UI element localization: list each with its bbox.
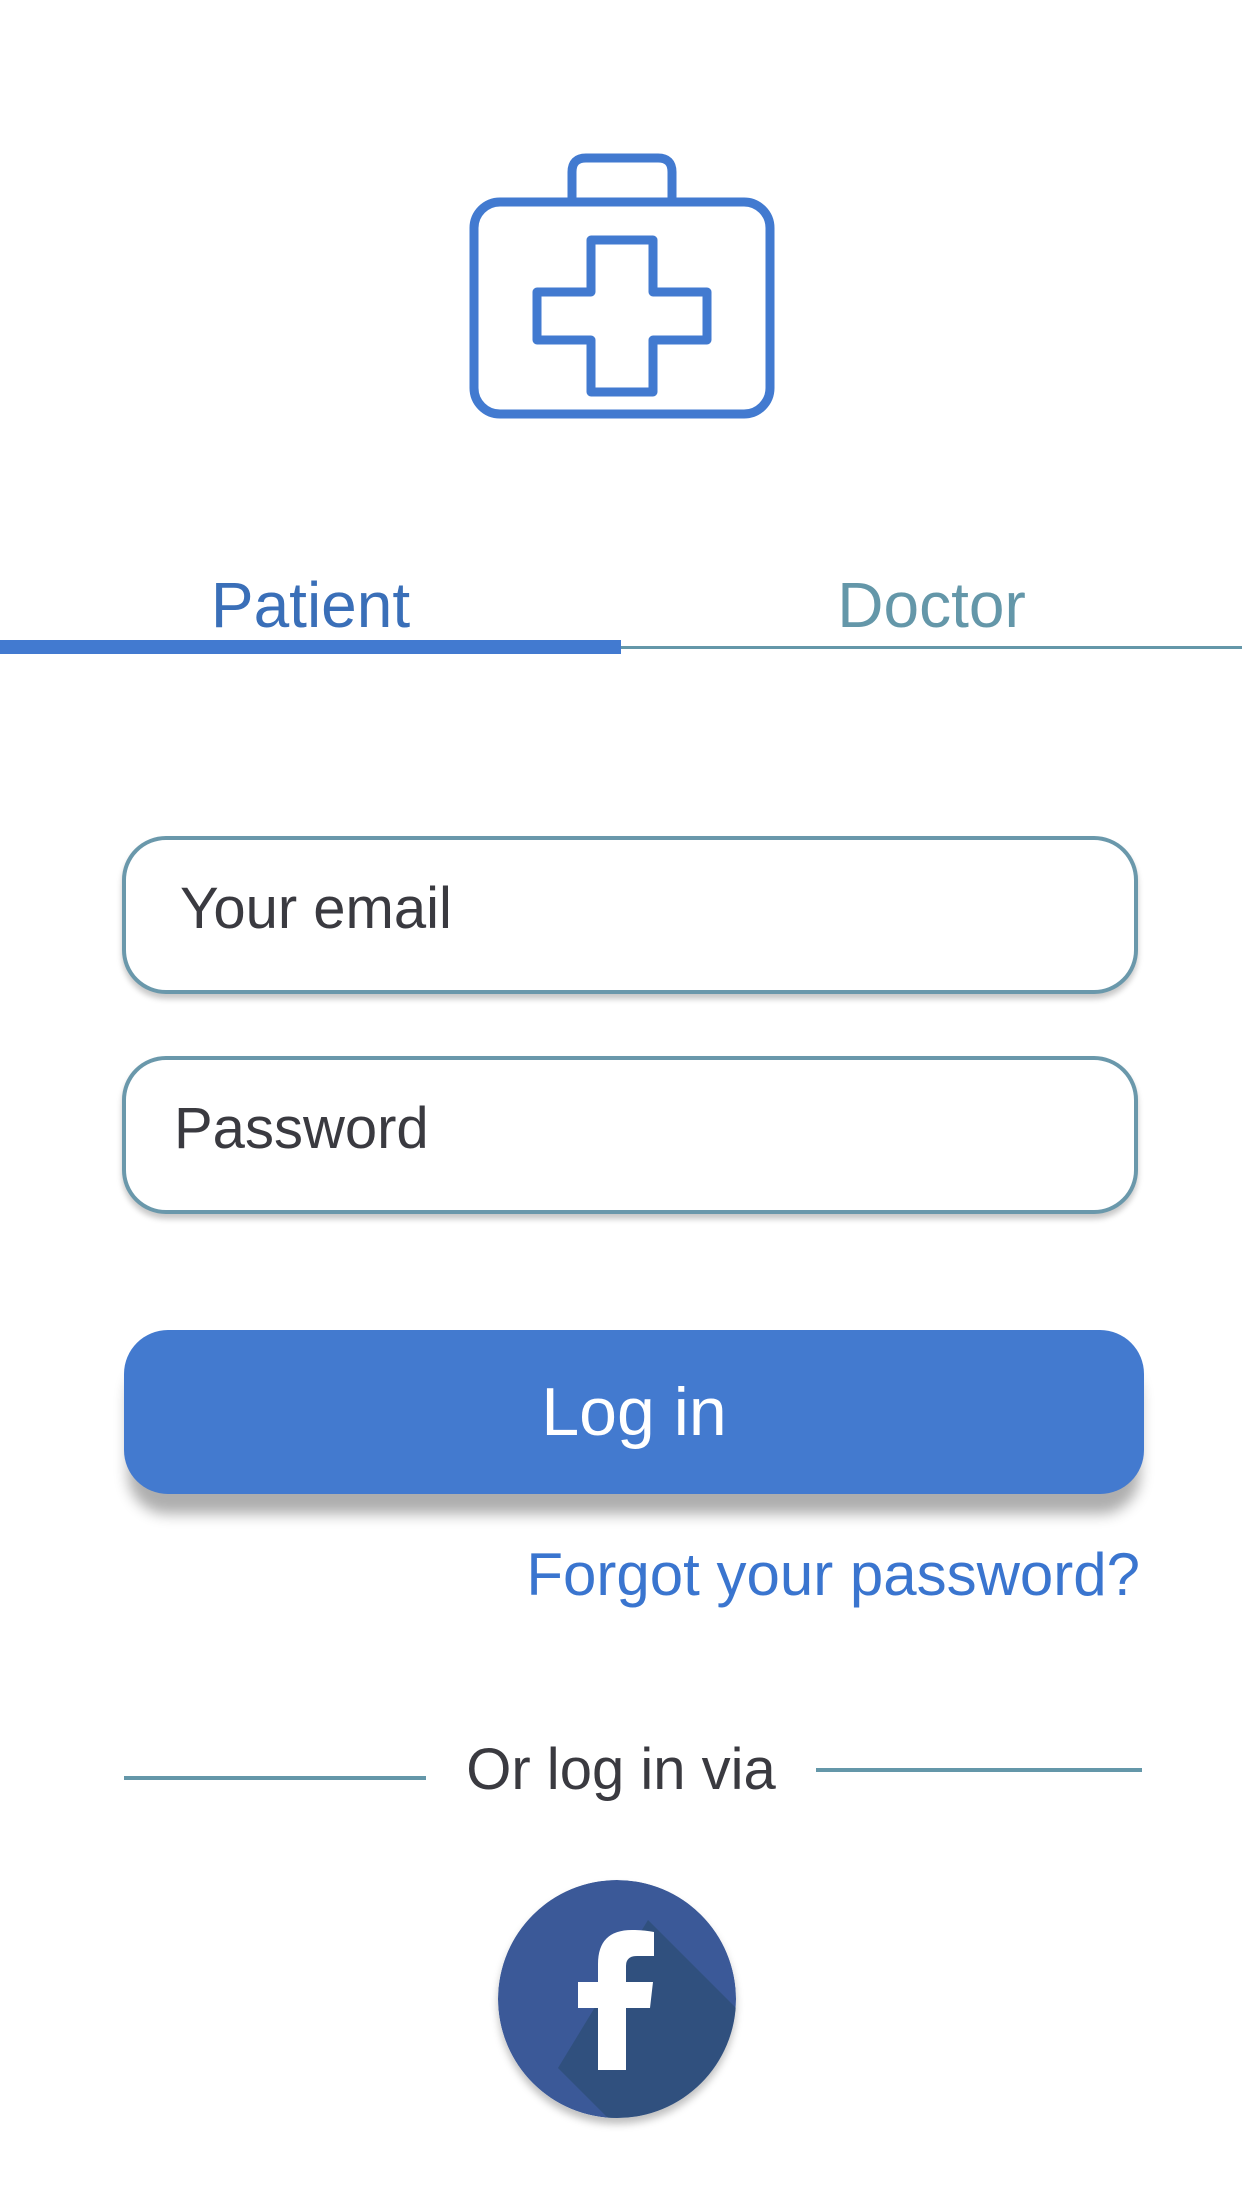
password-input[interactable]: [126, 1053, 1134, 1203]
tab-patient[interactable]: Patient: [0, 560, 621, 650]
email-field: [122, 833, 1138, 994]
social-login-divider-label: Or log in via: [466, 1737, 776, 1802]
facebook-login-button[interactable]: [498, 1880, 736, 2118]
tab-doctor[interactable]: Doctor: [621, 560, 1242, 650]
login-button[interactable]: Log in: [124, 1330, 1144, 1494]
role-tabs: Patient Doctor: [0, 560, 1242, 670]
divider-line-left: [124, 1776, 426, 1780]
email-input[interactable]: [126, 833, 1134, 983]
divider-line-right: [816, 1768, 1142, 1772]
medical-kit-icon: [466, 150, 778, 420]
forgot-password-link[interactable]: Forgot your password?: [440, 1540, 1140, 1609]
tabs-divider: [621, 646, 1242, 649]
active-tab-indicator: [0, 640, 621, 654]
password-field: [122, 1053, 1138, 1214]
facebook-icon: [498, 1880, 736, 2118]
